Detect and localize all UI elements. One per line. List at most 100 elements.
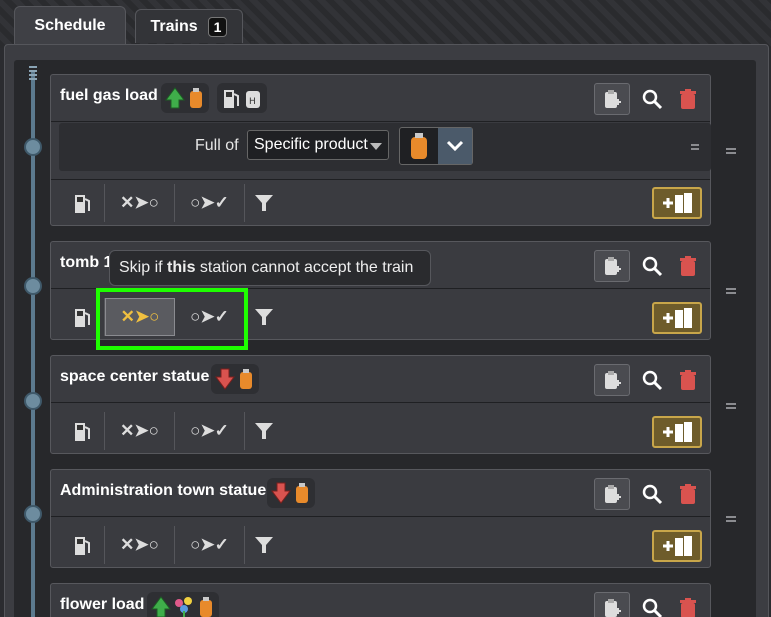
filter-icon [255, 537, 273, 553]
divider [51, 179, 710, 180]
skip-toggle[interactable]: ✕➤○ [105, 184, 175, 222]
add-condition-button[interactable] [652, 416, 702, 448]
search-button[interactable] [638, 85, 666, 113]
condition-dropdown[interactable]: Specific product [247, 130, 389, 160]
tab-trains-label: Trains [150, 17, 198, 35]
search-button[interactable] [638, 594, 666, 617]
wait-toggle[interactable]: ○➤✓ [175, 526, 245, 564]
station-signal [267, 478, 315, 508]
station-controls: ✕➤○ ○➤✓ [51, 523, 711, 567]
drag-handle-icon[interactable] [726, 516, 736, 522]
fuel-gas-icon [411, 133, 427, 159]
station-signal [147, 592, 219, 617]
chevron-down-icon [370, 143, 382, 150]
wait-toggle[interactable]: ○➤✓ [175, 184, 245, 222]
search-button[interactable] [638, 366, 666, 394]
clipboard-button[interactable] [594, 364, 630, 396]
refuel-toggle[interactable] [59, 412, 105, 450]
station-card: space center statue ✕➤○ ○➤✓ [50, 355, 711, 454]
fuel-pump-icon [74, 537, 90, 555]
condition-label: Full of [195, 137, 239, 154]
station-controls: ✕➤○ ○➤✓ [51, 295, 711, 339]
tab-schedule[interactable]: Schedule [14, 6, 126, 44]
trash-icon [680, 370, 696, 390]
clipboard-button[interactable] [594, 83, 630, 115]
refuel-toggle[interactable] [59, 298, 105, 336]
add-condition-button[interactable] [652, 530, 702, 562]
station-actions [594, 83, 702, 115]
trash-icon [680, 598, 696, 617]
tooltip-emphasis: this [167, 259, 196, 276]
search-button[interactable] [638, 480, 666, 508]
skip-tooltip: Skip if this station cannot accept the t… [109, 250, 431, 286]
filter-button[interactable] [245, 526, 283, 564]
add-condition-icon [663, 422, 692, 442]
condition-dropdown-value: Specific product [254, 136, 368, 153]
filter-icon [255, 423, 273, 439]
filter-button[interactable] [245, 412, 283, 450]
station-controls: ✕➤○ ○➤✓ [51, 181, 711, 225]
clipboard-button[interactable] [594, 592, 630, 617]
add-condition-icon [663, 193, 692, 213]
divider [51, 121, 710, 122]
svg-text:H: H [249, 97, 256, 107]
fuel-gas-icon [240, 369, 252, 389]
filter-icon [255, 195, 273, 211]
divider [51, 402, 710, 403]
station-name: flower load [60, 596, 145, 613]
chevron-down-icon [446, 140, 464, 152]
fuel-pump-icon [74, 195, 90, 213]
station-actions [594, 592, 702, 617]
filter-button[interactable] [245, 298, 283, 336]
wait-toggle[interactable]: ○➤✓ [175, 412, 245, 450]
product-dropdown-button[interactable] [438, 128, 472, 164]
clipboard-button[interactable] [594, 478, 630, 510]
tooltip-prefix: Skip if [119, 259, 168, 276]
add-condition-icon [663, 536, 692, 556]
delete-button[interactable] [674, 594, 702, 617]
delete-button[interactable] [674, 480, 702, 508]
product-selector[interactable] [399, 127, 473, 165]
trash-icon [680, 256, 696, 276]
drag-handle-icon[interactable] [726, 288, 736, 294]
route-node [24, 277, 42, 295]
fuel-gas-icon [296, 483, 308, 503]
red-unload-icon [215, 368, 235, 390]
green-load-icon [165, 87, 185, 109]
station-signal [161, 83, 209, 113]
add-condition-button[interactable] [652, 187, 702, 219]
search-button[interactable] [638, 252, 666, 280]
tab-trains[interactable]: Trains 1 [135, 9, 243, 43]
route-grip[interactable] [29, 66, 37, 82]
station-name: Administration town statue [60, 482, 267, 499]
tab-schedule-label: Schedule [34, 16, 106, 34]
flower-icon [175, 597, 192, 617]
delete-button[interactable] [674, 366, 702, 394]
clipboard-button[interactable] [594, 250, 630, 282]
refuel-toggle[interactable] [59, 184, 105, 222]
add-condition-button[interactable] [652, 302, 702, 334]
clipboard-icon [605, 371, 621, 389]
drag-handle-icon[interactable] [726, 403, 736, 409]
wait-toggle[interactable]: ○➤✓ [175, 298, 245, 336]
delete-button[interactable] [674, 85, 702, 113]
drag-handle-icon[interactable] [726, 148, 736, 154]
refuel-toggle[interactable] [59, 526, 105, 564]
search-icon [642, 370, 663, 391]
clipboard-icon [605, 257, 621, 275]
skip-toggle[interactable]: ✕➤○ [105, 298, 175, 336]
drag-handle-icon[interactable] [691, 144, 699, 150]
station-fuel-icons: H [217, 83, 267, 113]
filter-button[interactable] [245, 184, 283, 222]
green-load-icon [151, 596, 171, 617]
trash-icon [680, 89, 696, 109]
add-condition-icon [663, 308, 692, 328]
trash-icon [680, 484, 696, 504]
tooltip-suffix: station cannot accept the train [195, 259, 414, 276]
skip-toggle[interactable]: ✕➤○ [105, 412, 175, 450]
delete-button[interactable] [674, 252, 702, 280]
search-icon [642, 484, 663, 505]
station-name: space center statue [60, 368, 210, 385]
station-controls: ✕➤○ ○➤✓ [51, 409, 711, 453]
skip-toggle[interactable]: ✕➤○ [105, 526, 175, 564]
